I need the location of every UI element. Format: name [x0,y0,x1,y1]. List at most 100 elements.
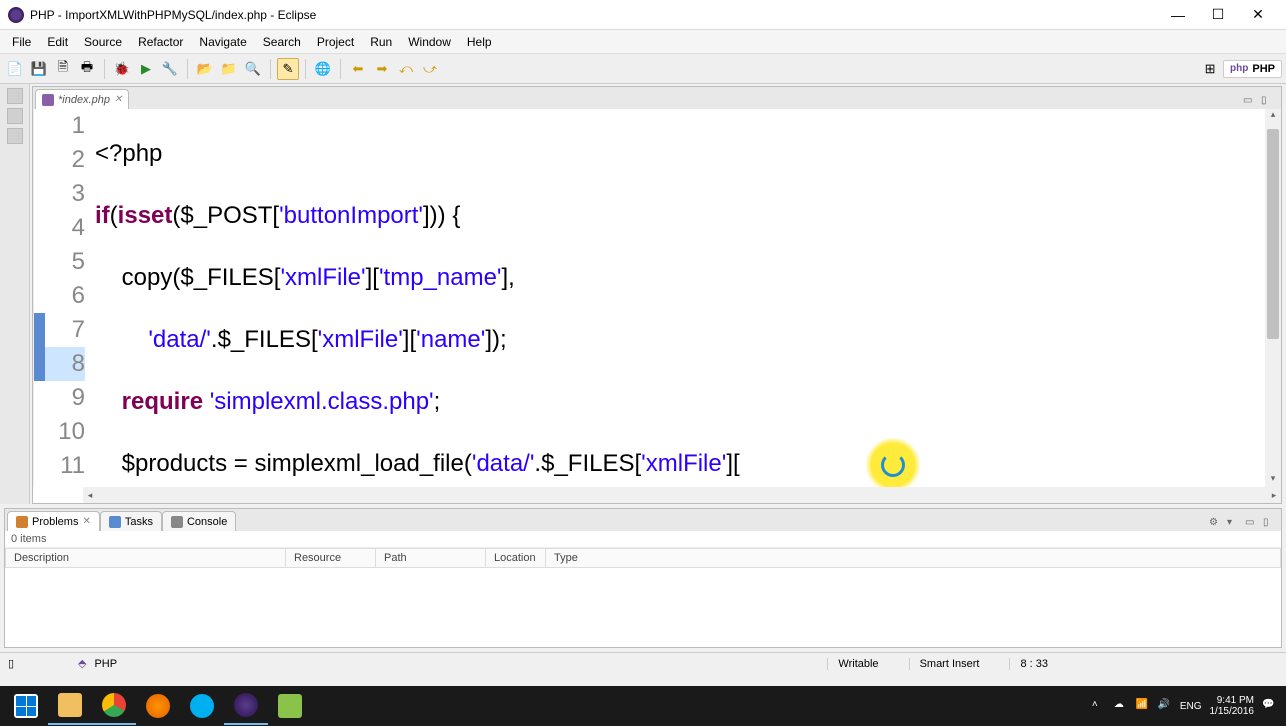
network-icon[interactable]: 📶 [1136,699,1150,713]
problems-table[interactable]: Description Resource Path Location Type [5,548,1281,647]
status-bar: ▯ ⬘ PHP Writable Smart Insert 8 : 33 [0,652,1286,674]
window-title: PHP - ImportXMLWithPHPMySQL/index.php - … [30,8,1158,22]
tab-problems[interactable]: Problems ✕ [7,511,100,531]
nav-back-button[interactable]: ⬅ [347,58,369,80]
close-button[interactable]: ✕ [1238,1,1278,29]
status-icon: ▯ [8,657,22,671]
main-area: *index.php ✕ ▭ ▯ 1 2 3 4 5 6 7 8 9 [0,84,1286,504]
debug-button[interactable]: 🐞 [111,58,133,80]
menu-refactor[interactable]: Refactor [130,33,191,51]
separator [305,59,306,79]
separator [340,59,341,79]
php-file-icon [42,94,54,106]
tasks-icon [109,516,121,528]
firefox-button[interactable] [136,687,180,725]
tray-lang[interactable]: ENG [1180,701,1202,712]
nav-forward-button[interactable]: ➡ [371,58,393,80]
menu-search[interactable]: Search [255,33,309,51]
minimize-view-icon[interactable]: ▭ [1243,95,1257,109]
marker-column [33,109,45,487]
notifications-icon[interactable]: 💬 [1262,699,1276,713]
window-controls: — ☐ ✕ [1158,1,1278,29]
code-editor[interactable]: 1 2 3 4 5 6 7 8 9 10 11 <?php if(isset($… [33,109,1281,487]
volume-icon[interactable]: 🔊 [1158,699,1172,713]
menu-run[interactable]: Run [362,33,400,51]
tab-console[interactable]: Console [162,511,236,531]
nav-next-button[interactable]: ⤻ [419,58,441,80]
vertical-scrollbar[interactable]: ▴ ▾ [1265,109,1281,487]
console-icon [171,516,183,528]
code-content[interactable]: <?php if(isset($_POST['buttonImport'])) … [95,109,1265,487]
perspective-php[interactable]: php PHP [1223,60,1282,78]
tray-clock[interactable]: 9:41 PM 1/15/2016 [1210,695,1255,717]
nav-last-button[interactable]: ⤺ [395,58,417,80]
bottom-tabs: Problems ✕ Tasks Console ⚙ ▾ ▭ ▯ [5,509,1281,531]
col-description[interactable]: Description [6,549,286,568]
view-menu-icon[interactable]: ▾ [1227,517,1241,531]
horizontal-scrollbar[interactable]: ◂ ▸ [83,487,1281,503]
status-insert: Smart Insert [909,658,990,670]
maximize-view-icon[interactable]: ▯ [1263,517,1277,531]
col-resource[interactable]: Resource [286,549,376,568]
col-type[interactable]: Type [546,549,1281,568]
browser-button[interactable]: 🌐 [312,58,334,80]
col-location[interactable]: Location [486,549,546,568]
menu-project[interactable]: Project [309,33,362,51]
eclipse-button[interactable] [224,687,268,725]
line-numbers: 1 2 3 4 5 6 7 8 9 10 11 [45,109,95,487]
print-button[interactable]: 🖶 [76,58,98,80]
minimize-view-icon[interactable]: ▭ [1245,517,1259,531]
menu-edit[interactable]: Edit [39,33,76,51]
php-icon: php [1230,63,1248,74]
skype-button[interactable] [180,687,224,725]
perspective-label: PHP [1252,63,1275,75]
eclipse-icon [8,7,24,23]
status-position: 8 : 33 [1009,658,1058,670]
external-tools-button[interactable]: 🔧 [159,58,181,80]
status-writable: Writable [827,658,888,670]
save-button[interactable]: 💾 [28,58,50,80]
minimize-button[interactable]: — [1158,1,1198,29]
run-button[interactable]: ▶ [135,58,157,80]
tab-close-icon[interactable]: ✕ [114,94,122,105]
view-shortcut-icon[interactable] [7,108,23,124]
tab-close-icon[interactable]: ✕ [82,516,90,527]
maximize-view-icon[interactable]: ▯ [1261,95,1275,109]
menu-help[interactable]: Help [459,33,500,51]
separator [270,59,271,79]
view-shortcut-icon[interactable] [7,128,23,144]
open-task-button[interactable]: 📁 [218,58,240,80]
system-tray[interactable]: ˄ ☁ 📶 🔊 ENG 9:41 PM 1/15/2016 💬 [1092,695,1282,717]
maximize-button[interactable]: ☐ [1198,1,1238,29]
chrome-button[interactable] [92,687,136,725]
view-menu-icon[interactable]: ⚙ [1209,517,1223,531]
new-button[interactable]: 📄 [4,58,26,80]
toolbar: 📄 💾 🗎 🖶 🐞 ▶ 🔧 📂 📁 🔍 ✎ 🌐 ⬅ ➡ ⤺ ⤻ ⊞ php PH… [0,54,1286,84]
toggle-button[interactable]: ✎ [277,58,299,80]
menu-window[interactable]: Window [400,33,459,51]
tab-toolbar: ▭ ▯ [129,95,1281,109]
open-perspective-button[interactable]: ⊞ [1199,58,1221,80]
save-all-button[interactable]: 🗎 [52,58,74,80]
onedrive-icon[interactable]: ☁ [1114,699,1128,713]
editor-tabs: *index.php ✕ ▭ ▯ [33,87,1281,109]
menu-bar: File Edit Source Refactor Navigate Searc… [0,30,1286,54]
search-button[interactable]: 🔍 [242,58,264,80]
col-path[interactable]: Path [376,549,486,568]
tab-tasks[interactable]: Tasks [100,511,162,531]
problems-panel: Problems ✕ Tasks Console ⚙ ▾ ▭ ▯ 0 items… [4,508,1282,648]
file-explorer-button[interactable] [48,687,92,725]
app-button[interactable] [268,687,312,725]
start-button[interactable] [4,687,48,725]
windows-taskbar: ˄ ☁ 📶 🔊 ENG 9:41 PM 1/15/2016 💬 [0,686,1286,726]
tab-index-php[interactable]: *index.php ✕ [35,89,129,109]
tray-up-icon[interactable]: ˄ [1092,699,1106,713]
menu-source[interactable]: Source [76,33,130,51]
view-shortcut-icon[interactable] [7,88,23,104]
open-type-button[interactable]: 📂 [194,58,216,80]
separator [104,59,105,79]
menu-file[interactable]: File [4,33,39,51]
menu-navigate[interactable]: Navigate [191,33,254,51]
left-trim [0,84,30,504]
problems-icon [16,516,28,528]
